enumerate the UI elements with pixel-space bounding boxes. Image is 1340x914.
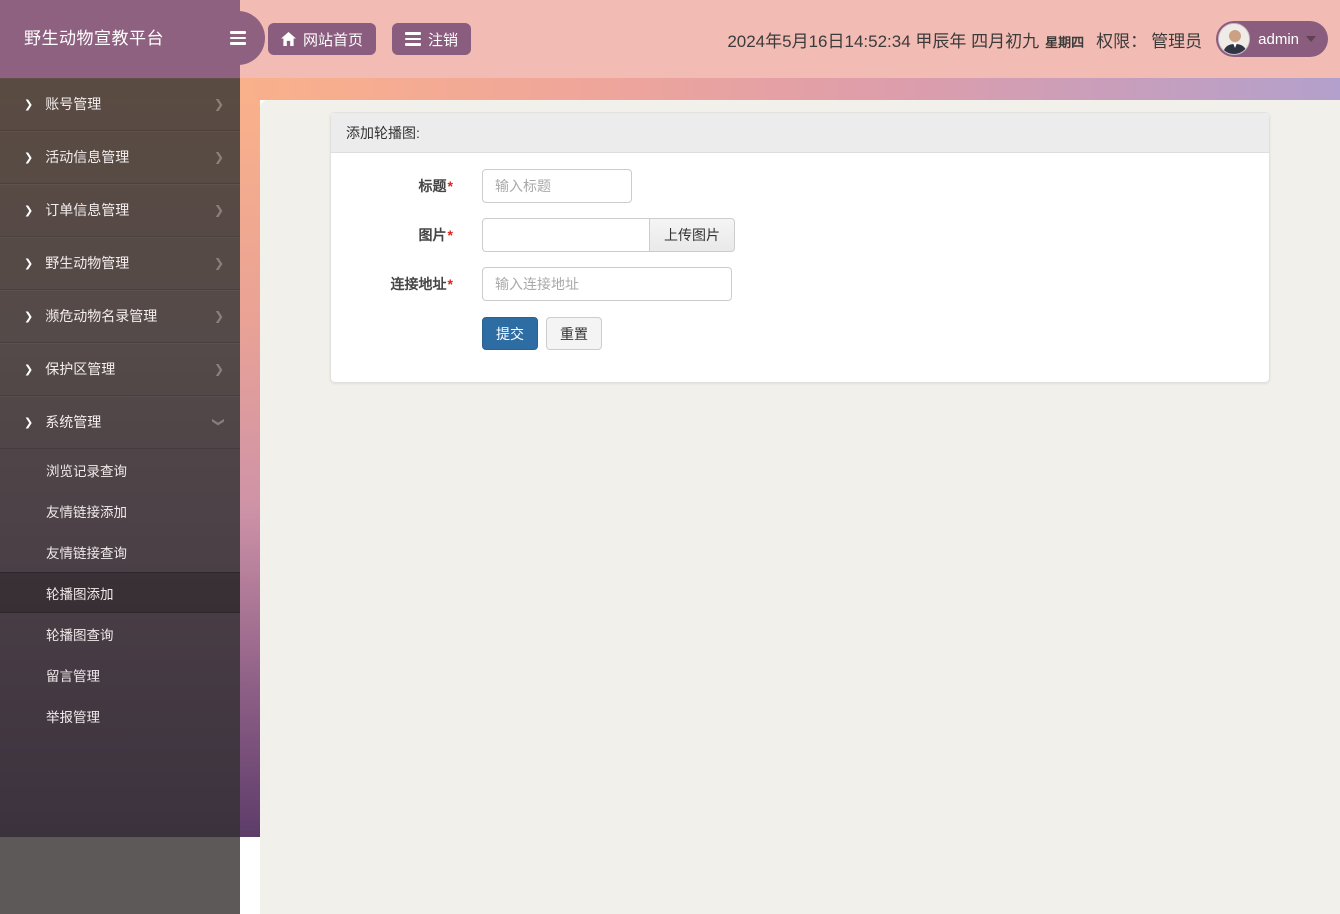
chevron-down-icon	[1306, 36, 1316, 42]
avatar	[1218, 23, 1250, 55]
chevron-right-icon: ❯	[24, 363, 33, 376]
upload-image-button[interactable]: 上传图片	[650, 218, 735, 252]
home-button[interactable]: 网站首页	[268, 23, 376, 55]
chevron-right-icon: ❯	[24, 310, 33, 323]
image-path-input[interactable]	[482, 218, 650, 252]
sidebar-item-endangered-list-mgmt[interactable]: ❯ 濒危动物名录管理 ❯	[0, 290, 240, 343]
sidebar-subitem-report-mgmt[interactable]: 举报管理	[0, 695, 240, 736]
image-label: 图片*	[346, 225, 453, 245]
datetime-block: 2024年5月16日14:52:34 甲辰年 四月初九 星期四 权限： 管理员	[727, 27, 1202, 52]
link-label: 连接地址*	[346, 274, 453, 294]
sidebar-subitem-friend-link-query[interactable]: 友情链接查询	[0, 531, 240, 572]
sidebar-subitem-carousel-add[interactable]: 轮播图添加	[0, 572, 240, 613]
chevron-right-icon: ❯	[214, 256, 224, 270]
gradient-strip-left	[240, 100, 260, 837]
required-asterisk: *	[448, 227, 453, 243]
chevron-right-icon: ❯	[214, 203, 224, 217]
main-content: 添加轮播图: 标题* 图片* 上传图片 连接地址*	[260, 100, 1340, 914]
submit-button[interactable]: 提交	[482, 317, 538, 350]
sidebar-header: 野生动物宣教平台	[0, 0, 240, 78]
home-icon	[281, 32, 296, 46]
role-text: 管理员	[1151, 27, 1202, 52]
home-button-label: 网站首页	[303, 29, 363, 50]
sidebar-footer-block	[0, 837, 240, 914]
datetime-text: 2024年5月16日14:52:34 甲辰年 四月初九	[727, 27, 1039, 52]
username-text: admin	[1258, 31, 1299, 48]
sidebar-item-wildlife-mgmt[interactable]: ❯ 野生动物管理 ❯	[0, 237, 240, 290]
title-label: 标题*	[346, 176, 453, 196]
chevron-right-icon: ❯	[24, 151, 33, 164]
sidebar-subitem-message-mgmt[interactable]: 留言管理	[0, 654, 240, 695]
panel-title: 添加轮播图:	[331, 113, 1269, 153]
chevron-right-icon: ❯	[214, 97, 224, 111]
chevron-down-icon: ❯	[212, 417, 226, 427]
sidebar-menu: ❯ 账号管理 ❯ ❯ 活动信息管理 ❯ ❯ 订单信息管理 ❯ ❯ 野生动物管理 …	[0, 78, 240, 837]
title-field-row: 标题*	[346, 169, 1254, 203]
chevron-right-icon: ❯	[24, 416, 33, 429]
topbar-right: 2024年5月16日14:52:34 甲辰年 四月初九 星期四 权限： 管理员 …	[727, 21, 1328, 57]
user-menu[interactable]: admin	[1216, 21, 1328, 57]
gradient-band-top	[240, 78, 1340, 100]
chevron-right-icon: ❯	[214, 150, 224, 164]
panel-body: 标题* 图片* 上传图片 连接地址*	[331, 153, 1269, 382]
list-icon	[405, 32, 421, 46]
weekday-text: 星期四	[1045, 32, 1084, 51]
link-field-row: 连接地址*	[346, 267, 1254, 301]
logout-button[interactable]: 注销	[392, 23, 471, 55]
chevron-right-icon: ❯	[24, 98, 33, 111]
topbar: 网站首页 注销 2024年5月16日14:52:34 甲辰年 四月初九 星期四 …	[240, 0, 1340, 78]
app-title: 野生动物宣教平台	[24, 24, 164, 49]
chevron-right-icon: ❯	[214, 362, 224, 376]
sidebar-subitem-browse-history-query[interactable]: 浏览记录查询	[0, 449, 240, 490]
title-input[interactable]	[482, 169, 632, 203]
logout-button-label: 注销	[428, 29, 458, 50]
required-asterisk: *	[448, 178, 453, 194]
sidebar-subitem-friend-link-add[interactable]: 友情链接添加	[0, 490, 240, 531]
add-carousel-panel: 添加轮播图: 标题* 图片* 上传图片 连接地址*	[330, 112, 1270, 383]
sidebar-item-system-mgmt[interactable]: ❯ 系统管理 ❯	[0, 396, 240, 449]
chevron-right-icon: ❯	[24, 257, 33, 270]
sidebar-toggle-button[interactable]	[211, 11, 265, 65]
permission-label: 权限：	[1096, 27, 1147, 52]
link-address-input[interactable]	[482, 267, 732, 301]
hamburger-icon	[230, 31, 246, 45]
image-field-row: 图片* 上传图片	[346, 218, 1254, 252]
sidebar-item-account-mgmt[interactable]: ❯ 账号管理 ❯	[0, 78, 240, 131]
form-actions-row: 提交 重置	[346, 317, 1254, 350]
reset-button[interactable]: 重置	[546, 317, 602, 350]
sidebar-item-reserve-mgmt[interactable]: ❯ 保护区管理 ❯	[0, 343, 240, 396]
sidebar-subitem-carousel-query[interactable]: 轮播图查询	[0, 613, 240, 654]
sidebar-item-order-info-mgmt[interactable]: ❯ 订单信息管理 ❯	[0, 184, 240, 237]
sidebar-item-activity-info-mgmt[interactable]: ❯ 活动信息管理 ❯	[0, 131, 240, 184]
chevron-right-icon: ❯	[214, 309, 224, 323]
required-asterisk: *	[448, 276, 453, 292]
chevron-right-icon: ❯	[24, 204, 33, 217]
